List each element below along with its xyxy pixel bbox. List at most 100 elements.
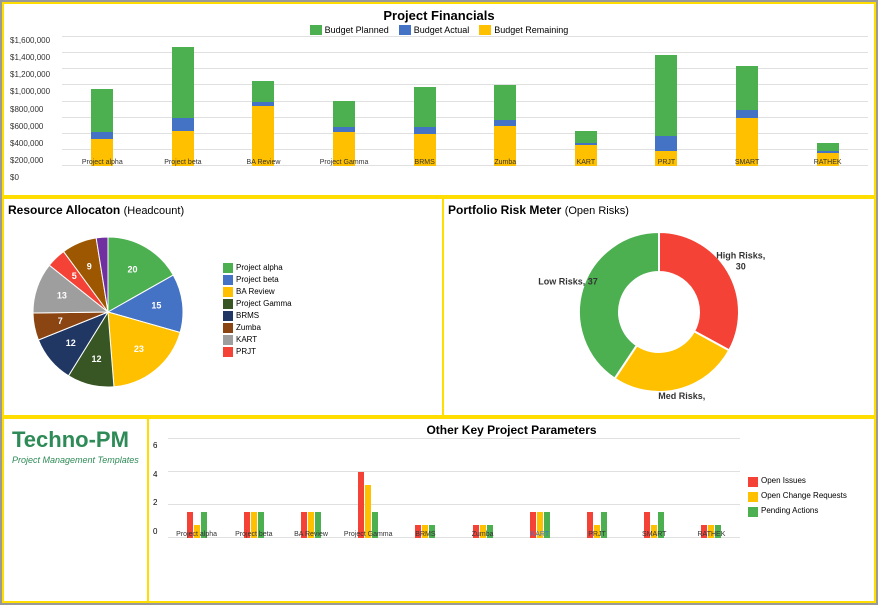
y-axis-label: $1,000,000	[10, 88, 59, 96]
resource-title: Resource Allocaton (Headcount)	[8, 203, 438, 217]
bottom-section: Techno-PM Project Management Templates O…	[2, 417, 876, 603]
pie-label-4: 12	[66, 338, 76, 348]
logo-text: Techno-PM	[12, 427, 139, 453]
params-bar-group: BA Review	[282, 439, 339, 538]
dashboard: Project Financials Budget Planned Budget…	[0, 0, 878, 605]
bar-group: Zumba	[465, 37, 546, 166]
legend-planned: Budget Planned	[310, 25, 389, 35]
params-chart-area: 0246 Project alphaProject betaBA ReviewP…	[153, 439, 870, 554]
params-bars: Project alphaProject betaBA ReviewProjec…	[168, 439, 740, 554]
bar-project-label: PRJT	[626, 159, 707, 166]
pie-label-0: 20	[128, 264, 138, 274]
bar-project-label: RATHEK	[787, 159, 868, 166]
bar-group: BA Review	[223, 37, 304, 166]
params-legend-item: Open Issues	[748, 476, 862, 487]
params-project-label: BA Review	[282, 531, 339, 538]
params-y-axis: 0246	[153, 441, 168, 536]
pie-legend-label: Zumba	[236, 323, 261, 332]
params-y-label: 4	[153, 470, 168, 479]
legend-planned-label: Budget Planned	[325, 25, 389, 35]
bar-group: PRJT	[626, 37, 707, 166]
params-project-label: KART	[511, 531, 568, 538]
params-legend-color	[748, 492, 758, 502]
bar-group: KART	[546, 37, 627, 166]
params-bar-group: PRJT	[568, 439, 625, 538]
bar-remaining	[252, 106, 274, 166]
logo-subtitle: Project Management Templates	[12, 455, 139, 465]
params-bars-container: Project alphaProject betaBA ReviewProjec…	[168, 439, 740, 554]
financials-section: Project Financials Budget Planned Budget…	[2, 2, 876, 197]
pie-legend-item: Project alpha	[223, 263, 292, 273]
params-project-label: Project alpha	[168, 531, 225, 538]
bar-planned	[252, 81, 274, 102]
bar-project-label: Zumba	[465, 159, 546, 166]
bar-group: SMART	[707, 37, 788, 166]
bar-project-label: SMART	[707, 159, 788, 166]
params-bar-group: Project alpha	[168, 439, 225, 538]
resource-subtitle: (Headcount)	[124, 205, 185, 217]
params-title: Other Key Project Parameters	[153, 423, 870, 437]
risk-title: Portfolio Risk Meter (Open Risks)	[448, 203, 870, 217]
financials-legend: Budget Planned Budget Actual Budget Rema…	[8, 25, 870, 35]
params-bar-group: KART	[511, 439, 568, 538]
pie-legend-label: PRJT	[236, 347, 256, 356]
pie-legend-color	[223, 335, 233, 345]
y-axis-label: $800,000	[10, 106, 59, 114]
params-project-label: RATHEK	[683, 531, 740, 538]
params-project-label: BRMS	[397, 531, 454, 538]
params-project-label: SMART	[626, 531, 683, 538]
bar-group: Project beta	[143, 37, 224, 166]
pie-legend-label: Project Gamma	[236, 299, 292, 308]
pie-legend-label: KART	[236, 335, 257, 344]
y-axis-label: $600,000	[10, 123, 59, 131]
pie-label-6: 13	[57, 291, 67, 301]
y-axis-label: $1,200,000	[10, 71, 59, 79]
y-axis-label: $0	[10, 174, 59, 182]
pie-legend-label: Project beta	[236, 275, 279, 284]
pie-legend-label: BRMS	[236, 311, 259, 320]
remaining-color-icon	[479, 25, 491, 35]
y-axis-label: $200,000	[10, 157, 59, 165]
bar-actual	[655, 136, 677, 151]
bar-group: BRMS	[384, 37, 465, 166]
donut-label-0-2: 30	[736, 262, 746, 272]
params-project-label: Project Gamma	[340, 531, 397, 538]
params-project-label: Project beta	[225, 531, 282, 538]
pie-legend-color	[223, 275, 233, 285]
y-axis-label: $400,000	[10, 140, 59, 148]
donut-svg: High Risks,30Med Risks,24Low Risks, 37	[514, 217, 804, 402]
legend-remaining: Budget Remaining	[479, 25, 568, 35]
fin-y-axis: $0 $200,000 $400,000 $600,000 $800,000 $1,000…	[10, 37, 62, 182]
donut-label-2: Low Risks, 37	[538, 277, 598, 287]
bar-planned	[655, 55, 677, 136]
pie-legend-label: BA Review	[236, 287, 275, 296]
bar-actual	[172, 118, 194, 131]
donut-container: High Risks,30Med Risks,24Low Risks, 37	[448, 217, 870, 402]
bar-planned	[817, 143, 839, 151]
logo-section: Techno-PM Project Management Templates	[4, 419, 149, 601]
bar-actual	[91, 132, 113, 139]
pie-legend-item: BA Review	[223, 287, 292, 297]
pie-label-8: 9	[87, 261, 92, 271]
params-legend-item: Pending Actions	[748, 506, 862, 517]
pie-label-1: 15	[151, 301, 161, 311]
bar-actual	[736, 110, 758, 118]
bar-planned	[333, 101, 355, 127]
params-bar-group: Project Gamma	[340, 439, 397, 538]
pie-legend-color	[223, 323, 233, 333]
bar-project-label: BRMS	[384, 159, 465, 166]
fin-bars-area: Project alphaProject betaBA ReviewProjec…	[62, 37, 868, 182]
bar-planned	[414, 87, 436, 127]
bar-planned	[736, 66, 758, 110]
params-legend-item: Open Change Requests	[748, 491, 862, 502]
pie-legend-item: KART	[223, 335, 292, 345]
risk-subtitle: (Open Risks)	[565, 205, 629, 217]
legend-actual: Budget Actual	[399, 25, 470, 35]
bar-actual	[414, 127, 436, 134]
y-axis-label: $1,400,000	[10, 54, 59, 62]
pie-legend-color	[223, 263, 233, 273]
params-legend-label: Pending Actions	[761, 506, 818, 515]
params-bar-group: RATHEK	[683, 439, 740, 538]
params-section: Other Key Project Parameters 0246 Projec…	[149, 419, 874, 601]
params-legend: Open Issues Open Change Requests Pending A…	[740, 439, 870, 554]
